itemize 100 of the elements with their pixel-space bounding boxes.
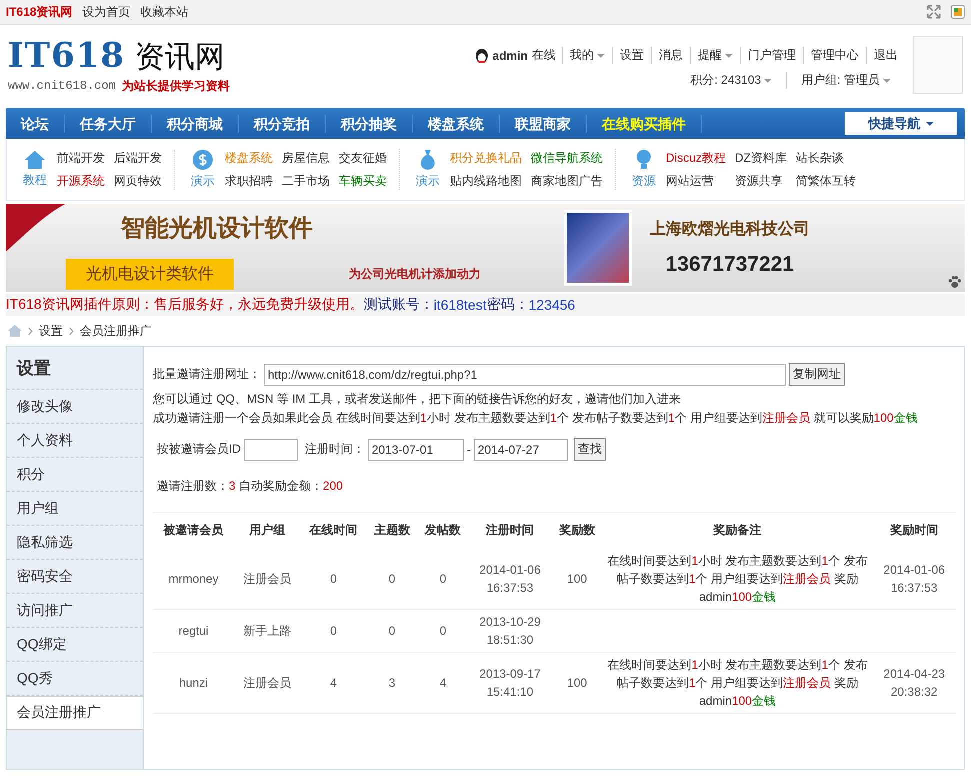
sidebar-item[interactable]: 会员注册推广 [7,696,143,730]
nav-tab[interactable]: 楼盘系统 [413,114,500,132]
category-title[interactable]: 演示 [191,173,215,190]
sidebar-item[interactable]: 密码安全 [7,560,143,594]
color-palette-icon[interactable] [951,5,965,19]
site-name-link[interactable]: IT618资讯网 [6,4,73,20]
copy-url-button[interactable]: 复制网址 [789,363,845,386]
user-menu-link[interactable]: 退出 [866,47,905,64]
search-button[interactable]: 查找 [574,438,606,461]
category-link[interactable]: 商家地图广告 [531,172,603,190]
home-icon[interactable] [8,325,22,337]
table-cell: 0 [418,548,469,609]
category-title[interactable]: 教程 [23,172,47,189]
user-menu-link[interactable]: 管理中心 [803,47,866,64]
date-to-field[interactable]: 2014-07-27 [474,438,568,460]
category-link[interactable]: Discuz教程 [666,150,726,166]
user-menu-link[interactable]: 门户管理 [740,47,803,64]
table-cell: 100 [552,548,603,609]
category-link[interactable]: 网页特效 [114,172,162,190]
table-cell: 注册会员 [234,652,301,713]
paw-icon[interactable] [947,274,963,290]
column-header: 用户组 [234,512,301,548]
table-cell: 0 [366,548,418,609]
table-cell: 在线时间要达到1小时 发布主题数要达到1个 发布帖子数要达到1个 用户组要达到注册会员 奖励 admin100金钱 [602,652,873,713]
sidebar-item[interactable]: 修改头像 [7,390,143,424]
breadcrumb-link[interactable]: 会员注册推广 [80,322,152,340]
nav-tab[interactable]: 联盟商家 [500,114,587,132]
column-header: 注册时间 [468,512,552,548]
category-link[interactable]: 后端开发 [114,150,162,166]
category-link[interactable]: DZ资料库 [735,150,788,166]
user-menu-link[interactable]: 消息 [651,47,690,64]
online-status: 在线 [532,47,556,64]
invite-url-field[interactable]: http://www.cnit618.com/dz/regtui.php?1 [264,364,786,386]
user-menu-link[interactable]: 我的 [562,47,612,64]
sidebar-item[interactable]: 访问推广 [7,594,143,628]
table-cell: 4 [418,652,469,713]
category-link[interactable]: 车辆买卖 [339,172,387,190]
reg-time-label: 注册时间： [305,441,365,458]
column-header: 奖励数 [552,512,603,548]
nav-tab[interactable]: 积分竞拍 [239,114,326,132]
user-menu-link[interactable]: 设置 [612,47,651,64]
table-cell: 0 [300,548,367,609]
column-header: 奖励备注 [602,512,873,548]
category-link[interactable]: 贴内线路地图 [450,172,522,190]
category-link[interactable]: 开源系统 [57,172,105,190]
username-link[interactable]: admin [492,48,528,62]
member-id-field[interactable] [244,438,298,460]
nav-tab[interactable]: 论坛 [6,114,65,132]
penguin-icon [474,48,489,64]
sidebar-item[interactable]: QQ绑定 [7,628,143,662]
sidebar-item[interactable]: 积分 [7,458,143,492]
table-cell: 4 [300,652,367,713]
category-link[interactable]: 前端开发 [57,150,105,166]
table-cell: regtui [153,609,234,652]
money-bag-icon [418,149,438,171]
top-link[interactable]: 收藏本站 [140,4,189,20]
reward-rule: 成功邀请注册一个会员如果此会员 在线时间要达到1小时 发布主题数要达到1个 发布帖子数要达到1个 用户组要达到注册会员 就可以奖励100金钱 [153,411,919,426]
category-title[interactable]: 演示 [416,173,440,190]
user-stat-link[interactable]: 积分: 243103 [676,72,786,89]
category-link[interactable]: 求职招聘 [225,172,273,190]
logo-url: www.cnit618.com [8,79,116,93]
nav-tab[interactable]: 积分抽奖 [326,114,413,132]
sidebar-item[interactable]: 隐私筛选 [7,526,143,560]
lightbulb-icon [635,149,653,171]
top-link[interactable]: 设为首页 [82,4,131,20]
table-cell: 0 [418,609,469,652]
table-cell: 新手上路 [234,609,301,652]
logo-text: IT618 [8,36,126,76]
category-link[interactable]: 资源共享 [735,172,788,190]
table-cell: hunzi [153,652,234,713]
category-link[interactable]: 网站运营 [666,172,726,190]
nav-tab[interactable]: 在线购买插件 [587,114,702,132]
column-header: 发帖数 [418,512,469,548]
category-link[interactable]: 微信导航系统 [531,150,603,166]
date-separator: - [467,442,471,456]
user-menu-link[interactable]: 提醒 [690,47,740,64]
column-header: 主题数 [366,512,418,548]
category-title[interactable]: 资源 [632,173,656,190]
invite-summary: 邀请注册数：3 自动奖励金额：200 [156,479,344,494]
category-link[interactable]: 站长杂谈 [796,150,856,166]
date-from-field[interactable]: 2013-07-01 [368,438,464,460]
ad-banner[interactable]: 智能光机设计软件 光机电设计类软件 为公司光电机计添加动力 上海欧熠光电科技公司 13671737221 [6,204,965,292]
nav-tab[interactable]: 任务大厅 [65,114,152,132]
invite-url-label: 批量邀请注册网址： [153,366,261,383]
column-header: 在线时间 [300,512,367,548]
nav-tab[interactable]: 积分商城 [152,114,239,132]
table-cell: 0 [300,609,367,652]
banner-phone: 13671737221 [666,253,794,278]
category-link[interactable]: 二手市场 [282,172,330,190]
column-header: 奖励时间 [872,512,956,548]
expand-icon[interactable] [927,5,941,19]
breadcrumb-link[interactable]: 设置 [39,322,63,340]
category-link[interactable]: 交友征婚 [339,150,387,166]
sidebar-title: 设置 [7,347,143,390]
quick-nav-button[interactable]: 快捷导航 [845,112,957,135]
sidebar-item[interactable]: 个人资料 [7,424,143,458]
category-link[interactable]: 简繁体互转 [796,172,856,190]
sidebar-item[interactable]: 用户组 [7,492,143,526]
category-link[interactable]: 房屋信息 [282,150,330,166]
user-stat-link[interactable]: 用户组: 管理员 [786,72,905,89]
